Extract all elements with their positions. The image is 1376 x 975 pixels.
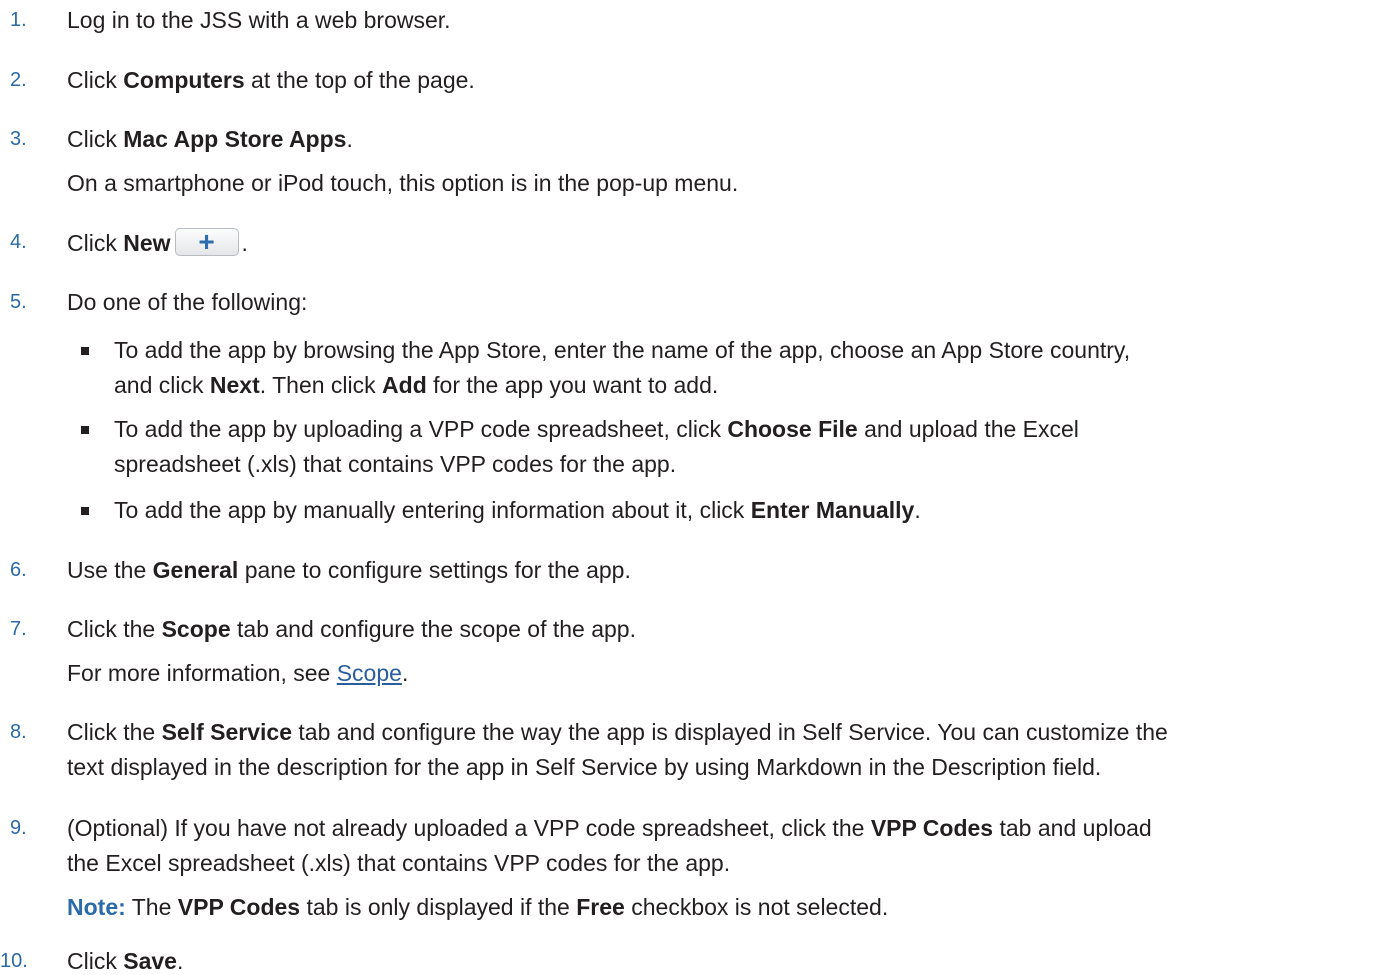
step-text: Click the Self Service tab and configure… xyxy=(67,719,1168,745)
step-number: 10. xyxy=(0,950,28,972)
step-text: (Optional) If you have not already uploa… xyxy=(67,815,1152,841)
step-text: Click Save. xyxy=(67,948,184,974)
step-number: 6. xyxy=(10,559,27,581)
step-number: 5. xyxy=(10,291,27,313)
step-number: 1. xyxy=(10,9,27,31)
bullet-line: To add the app by browsing the App Store… xyxy=(114,337,1131,363)
step-number: 7. xyxy=(10,618,27,640)
step-number: 9. xyxy=(10,817,27,839)
scope-link[interactable]: Scope xyxy=(337,660,402,686)
bullet-icon xyxy=(81,347,89,355)
step-number: 4. xyxy=(10,231,27,253)
step-text: Click New +. xyxy=(67,226,248,257)
step-text: Use the General pane to configure settin… xyxy=(67,557,631,583)
new-button[interactable]: + xyxy=(174,226,239,257)
bullet-line: To add the app by uploading a VPP code s… xyxy=(114,416,1079,442)
step-note-text: On a smartphone or iPod touch, this opti… xyxy=(67,170,739,196)
step-text-continued: text displayed in the description for th… xyxy=(67,754,1102,780)
bullet-line: To add the app by manually entering info… xyxy=(114,497,921,523)
step-text: Click Computers at the top of the page. xyxy=(67,67,475,93)
step-number: 3. xyxy=(10,128,27,150)
step-text-continued: the Excel spreadsheet (.xls) that contai… xyxy=(67,850,731,876)
plus-icon: + xyxy=(198,226,215,257)
step-text: Click Mac App Store Apps. xyxy=(67,126,353,152)
step-text: Log in to the JSS with a web browser. xyxy=(67,7,451,33)
bullet-line: spreadsheet (.xls) that contains VPP cod… xyxy=(114,451,677,477)
bullet-line: and click Next. Then click Add for the a… xyxy=(114,372,719,398)
step-number: 8. xyxy=(10,721,27,743)
step-note-text: For more information, see Scope. xyxy=(67,660,409,686)
bullet-icon xyxy=(81,426,89,434)
step-number: 2. xyxy=(10,69,27,91)
note: Note: The VPP Codes tab is only displaye… xyxy=(67,894,889,920)
step-text: Do one of the following: xyxy=(67,289,308,315)
bullet-icon xyxy=(81,507,89,515)
step-text: Click the Scope tab and configure the sc… xyxy=(67,616,636,642)
